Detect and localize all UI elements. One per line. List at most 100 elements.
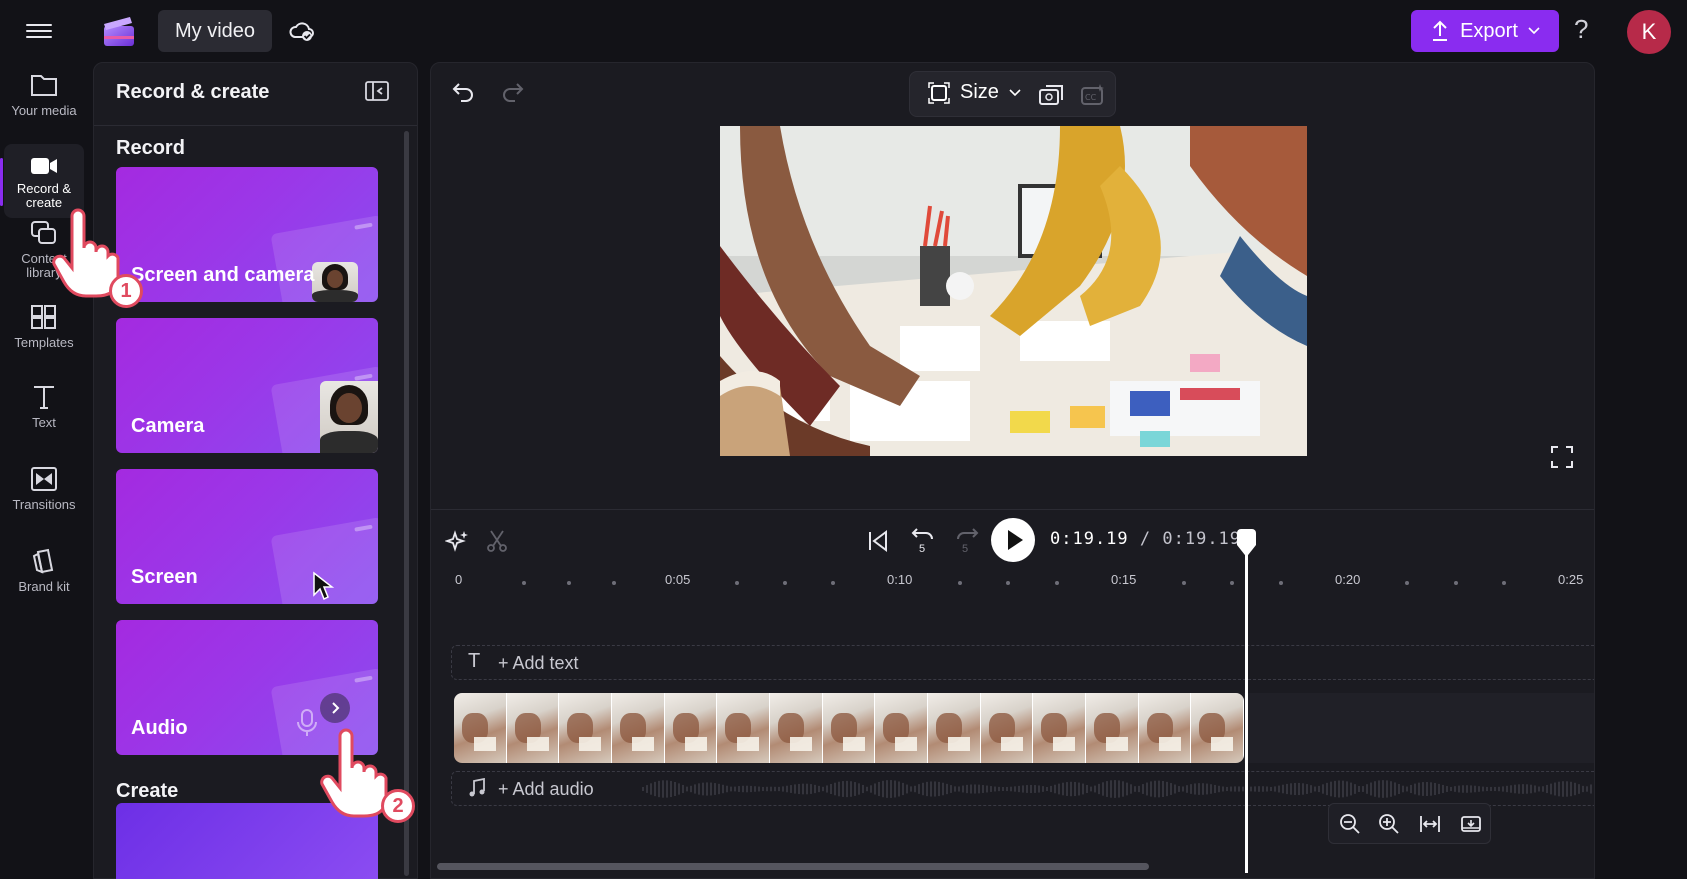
- tick-label: 0:10: [887, 572, 913, 587]
- fullscreen-icon[interactable]: [1550, 445, 1574, 469]
- clip-thumbnail: [822, 693, 876, 763]
- clip-thumbnail: [980, 693, 1034, 763]
- forward-5-button[interactable]: 5: [953, 525, 979, 559]
- clip-thumbnail: [928, 693, 981, 763]
- playhead-handle[interactable]: [1234, 529, 1259, 559]
- ruler-dot: [1006, 581, 1010, 585]
- text-icon: [34, 386, 54, 409]
- add-audio-track[interactable]: + Add audio: [451, 771, 1594, 806]
- help-icon[interactable]: ?: [1574, 14, 1588, 45]
- card-screen[interactable]: Screen: [116, 469, 378, 604]
- section-record-label: Record: [116, 137, 185, 159]
- rail-item-your-media[interactable]: Your media: [4, 72, 84, 134]
- background-remove-icon[interactable]: [1038, 82, 1064, 108]
- templates-icon: [31, 305, 56, 329]
- card-label: Audio: [131, 717, 188, 739]
- microphone-icon: [297, 709, 317, 736]
- add-text-track[interactable]: T + Add text: [451, 645, 1594, 680]
- chevron-right-icon[interactable]: [320, 693, 350, 723]
- auto-captions-icon[interactable]: CC: [1080, 82, 1106, 108]
- card-screen-and-camera[interactable]: Screen and camera: [116, 167, 378, 302]
- fit-to-width-icon[interactable]: [1419, 813, 1441, 835]
- app-window: My video Export ? K Your media Record & …: [0, 0, 1687, 879]
- cloud-saved-icon[interactable]: [288, 17, 316, 45]
- zoom-controls: [1328, 803, 1491, 844]
- avatar[interactable]: K: [1627, 10, 1671, 54]
- person-thumbnail: [320, 381, 378, 453]
- zoom-in-icon[interactable]: [1378, 813, 1400, 835]
- left-rail: Your media Record & create Content libra…: [0, 62, 88, 879]
- rail-item-templates[interactable]: Templates: [4, 304, 84, 366]
- size-label: Size: [960, 81, 999, 103]
- tick-label: 0:25: [1558, 572, 1584, 587]
- chevron-down-icon: [1528, 27, 1540, 35]
- ruler-dot: [522, 581, 526, 585]
- total-time: / 0:19.19: [1139, 529, 1242, 549]
- editor-workspace: Size CC 5 5 0:19.19 / 0:19.19 0 0:05 0:1…: [430, 62, 1595, 879]
- export-label: Export: [1460, 19, 1518, 42]
- folder-icon: [31, 75, 57, 96]
- ruler-dot: [612, 581, 616, 585]
- rail-label: Brand kit: [18, 579, 70, 594]
- project-name-button[interactable]: My video: [158, 10, 273, 52]
- clipchamp-logo-icon: [104, 17, 134, 46]
- text-track-icon: T: [468, 650, 481, 672]
- video-preview[interactable]: [720, 126, 1307, 456]
- chevron-down-icon: [1009, 88, 1021, 96]
- size-button[interactable]: Size: [928, 81, 1021, 104]
- rewind-5-button[interactable]: 5: [911, 525, 937, 559]
- menu-icon[interactable]: [26, 20, 52, 42]
- top-bar: My video Export ? K: [0, 0, 1687, 62]
- add-audio-label: + Add audio: [498, 779, 594, 799]
- rail-item-transitions[interactable]: Transitions: [4, 466, 84, 528]
- panel-title: Record & create: [116, 81, 270, 103]
- clip-thumbnail: [1191, 693, 1244, 763]
- add-text-label: + Add text: [498, 653, 579, 673]
- ruler-dot: [1278, 581, 1283, 585]
- ruler-dot: [1230, 581, 1234, 585]
- rail-item-brand-kit[interactable]: Brand kit: [4, 548, 84, 610]
- card-label: Camera: [131, 415, 205, 437]
- card-camera[interactable]: Camera: [116, 318, 378, 453]
- clip-thumbnail: [1138, 693, 1192, 763]
- rail-label: Templates: [14, 335, 74, 350]
- timeline-expand-icon[interactable]: [1460, 813, 1482, 835]
- hand-pointer-icon: [320, 728, 388, 818]
- clip-thumbnail: [875, 693, 929, 763]
- zoom-out-icon[interactable]: [1339, 813, 1361, 835]
- mouse-pointer-icon: [313, 571, 335, 601]
- rail-label: Your media: [11, 103, 77, 118]
- brand-kit-icon: [32, 548, 54, 574]
- ruler-dot: [1054, 581, 1059, 585]
- clip-thumbnail: [612, 693, 665, 763]
- ruler-dot: [567, 581, 571, 585]
- skip-to-start-icon[interactable]: [867, 529, 889, 553]
- export-button[interactable]: Export: [1411, 10, 1559, 52]
- rail-item-text[interactable]: Text: [4, 384, 84, 446]
- ruler-dot: [1181, 581, 1186, 585]
- panel-scrollbar[interactable]: [404, 131, 409, 876]
- play-button[interactable]: [991, 518, 1035, 562]
- clip-thumbnail: [559, 693, 613, 763]
- undo-icon[interactable]: [451, 79, 477, 105]
- card-label: Screen: [131, 566, 198, 588]
- magic-sparkle-icon[interactable]: [445, 529, 469, 553]
- redo-icon[interactable]: [499, 79, 525, 105]
- timeline-horizontal-scrollbar[interactable]: [437, 863, 1149, 870]
- clip-thumbnail: [454, 693, 507, 763]
- rail-label: Text: [32, 415, 56, 430]
- video-track-empty: [1244, 693, 1594, 763]
- video-clip[interactable]: [454, 693, 1244, 763]
- collapse-panel-icon[interactable]: [364, 80, 390, 102]
- card-label: Screen and camera: [131, 264, 315, 286]
- scissors-icon[interactable]: [485, 529, 509, 553]
- ruler-dot: [783, 581, 787, 585]
- current-time: 0:19.19: [1050, 529, 1129, 549]
- tick-label: 0:15: [1111, 572, 1137, 587]
- preview-toolbar: Size CC: [909, 71, 1116, 117]
- svg-text:CC: CC: [1085, 93, 1097, 102]
- rail-item-record-create[interactable]: Record & create: [4, 144, 84, 218]
- clip-thumbnail: [770, 693, 823, 763]
- playback-time: 0:19.19 / 0:19.19: [1050, 529, 1241, 549]
- clip-thumbnail: [717, 693, 771, 763]
